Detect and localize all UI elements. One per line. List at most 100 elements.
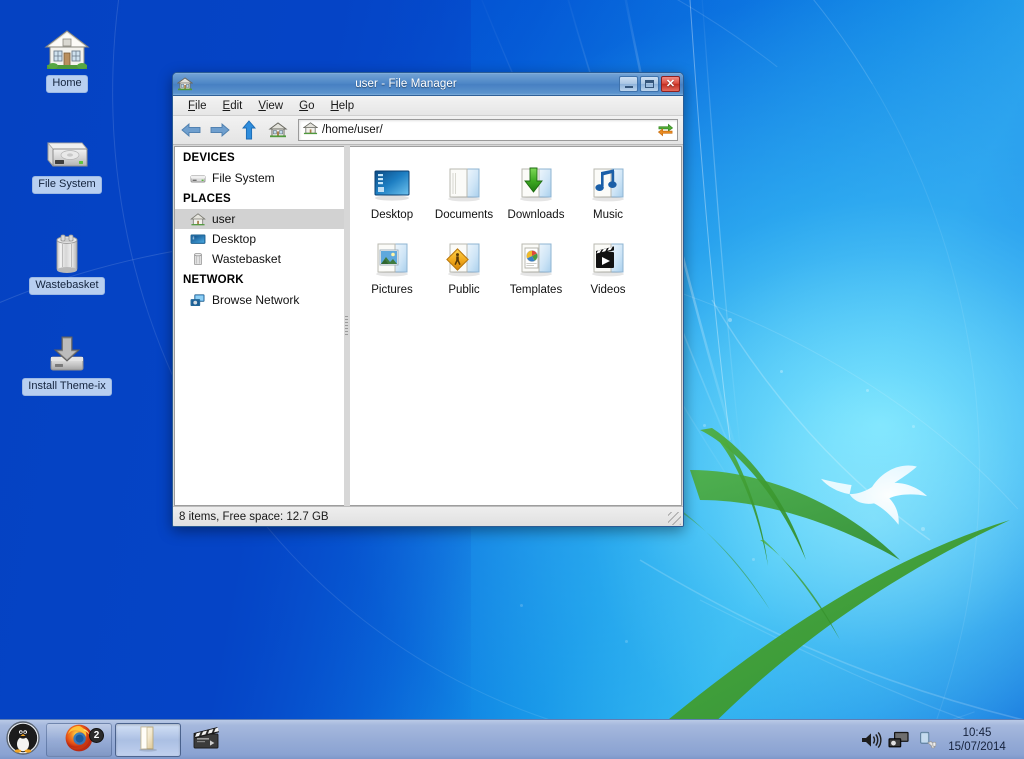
wallpaper-sparkle xyxy=(912,425,915,428)
taskbar-button-firefox[interactable]: 2 xyxy=(46,722,112,757)
pictures-folder-icon xyxy=(356,234,428,282)
wallpaper-sparkle xyxy=(866,389,869,392)
harddisk-icon xyxy=(12,125,122,173)
maximize-button[interactable] xyxy=(640,76,659,92)
taskbar-button-file-manager[interactable] xyxy=(115,722,181,757)
file-item-public[interactable]: Public xyxy=(428,232,500,299)
launcher-media-player[interactable] xyxy=(184,723,228,757)
file-item-label: Pictures xyxy=(371,284,413,296)
file-item-desktop[interactable]: Desktop xyxy=(356,157,428,224)
install-package-icon xyxy=(12,327,122,375)
sidebar-item-desktop[interactable]: Desktop xyxy=(175,229,344,249)
file-item-downloads[interactable]: Downloads xyxy=(500,157,572,224)
desktop-icon-home[interactable]: Home xyxy=(12,24,122,93)
window-titlebar[interactable]: user - File Manager ✕ xyxy=(173,73,683,96)
resize-grip[interactable] xyxy=(668,512,681,525)
file-list-view[interactable]: Desktop Documents Downloads Music Pictur… xyxy=(350,146,682,506)
statusbar-text: 8 items, Free space: 12.7 GB xyxy=(179,510,329,523)
file-item-label: Music xyxy=(592,209,624,221)
file-item-label: Documents xyxy=(434,209,494,221)
public-folder-icon xyxy=(428,234,500,282)
navigation-toolbar: /home/user/ xyxy=(173,116,683,145)
taskbar-left: 2 xyxy=(0,721,228,758)
start-button[interactable] xyxy=(3,721,43,758)
window-title: user - File Manager xyxy=(355,78,457,90)
file-item-templates[interactable]: Templates xyxy=(500,232,572,299)
clock[interactable]: 10:45 15/07/2014 xyxy=(944,726,1016,754)
sidebar-item-label: File System xyxy=(212,171,275,185)
minimize-glyph xyxy=(624,85,633,88)
firefox-window-count-badge: 2 xyxy=(89,727,104,743)
statusbar: 8 items, Free space: 12.7 GB xyxy=(173,506,683,526)
path-entry[interactable]: /home/user/ xyxy=(298,119,678,141)
file-item-music[interactable]: Music xyxy=(572,157,644,224)
menu-help[interactable]: Help xyxy=(323,98,361,114)
wallpaper-sparkle xyxy=(520,604,523,607)
splitter-grip xyxy=(345,315,348,336)
desktop-icon-install-theme[interactable]: Install Theme-ix xyxy=(12,327,122,396)
wallpaper-sparkle xyxy=(752,558,755,561)
file-item-label: Desktop xyxy=(370,209,414,221)
sidebar-item-wastebasket[interactable]: Wastebasket xyxy=(175,249,344,269)
reload-icon[interactable] xyxy=(657,122,674,138)
sidebar-item-file-system[interactable]: File System xyxy=(175,168,344,188)
file-item-label: Public xyxy=(448,284,480,296)
close-button[interactable]: ✕ xyxy=(661,76,680,92)
file-item-documents[interactable]: Documents xyxy=(428,157,500,224)
window-controls: ✕ xyxy=(619,76,680,92)
desktop-icon-wastebasket[interactable]: Wastebasket xyxy=(12,226,122,295)
network-icon xyxy=(190,292,206,308)
sidebar-group-header-network: NETWORK xyxy=(183,274,244,286)
minimize-button[interactable] xyxy=(619,76,638,92)
desktop-folder-icon xyxy=(356,159,428,207)
sidebar-item-label: user xyxy=(212,212,236,226)
sidebar-item-label: Wastebasket xyxy=(212,252,281,266)
desktop-icon-label: File System xyxy=(32,176,102,194)
menu-file[interactable]: File xyxy=(181,98,214,114)
window-body: DEVICES File System PLACES user Desktop … xyxy=(173,145,683,506)
harddisk-icon xyxy=(190,170,206,186)
home-icon[interactable] xyxy=(265,118,291,142)
menu-view[interactable]: View xyxy=(251,98,290,114)
maximize-glyph xyxy=(645,80,654,88)
sidebar-item-user[interactable]: user xyxy=(175,209,344,229)
documents-folder-icon xyxy=(428,159,500,207)
file-item-label: Downloads xyxy=(507,209,565,221)
menu-go[interactable]: Go xyxy=(292,98,321,114)
taskbar: 2 10:45 15/07/2014 xyxy=(0,719,1024,759)
network-manager-icon[interactable] xyxy=(916,729,938,751)
icon-grid: Desktop Documents Downloads Music Pictur… xyxy=(350,155,681,305)
clock-time: 10:45 xyxy=(962,726,992,739)
trashcan-icon xyxy=(190,251,206,267)
home-small-icon xyxy=(302,121,319,139)
file-manager-window[interactable]: user - File Manager ✕ File Edit View Go … xyxy=(172,72,684,527)
desktop-icon-label: Install Theme-ix xyxy=(22,378,112,396)
videos-folder-icon xyxy=(572,234,644,282)
file-manager-folder-icon xyxy=(133,724,163,755)
menubar: File Edit View Go Help xyxy=(173,96,683,116)
desktop-icon-file-system[interactable]: File System xyxy=(12,125,122,194)
desktop-icon-label: Wastebasket xyxy=(29,277,105,295)
file-item-label: Videos xyxy=(590,284,626,296)
sidebar-splitter[interactable] xyxy=(344,145,350,506)
sidebar-group-header-places: PLACES xyxy=(183,193,231,205)
file-item-pictures[interactable]: Pictures xyxy=(356,232,428,299)
downloads-folder-icon xyxy=(500,159,572,207)
forward-arrow-icon[interactable] xyxy=(207,118,233,142)
volume-icon[interactable] xyxy=(860,729,882,751)
up-arrow-icon[interactable] xyxy=(236,118,262,142)
display-icon[interactable] xyxy=(888,729,910,751)
sidebar-item-browse-network[interactable]: Browse Network xyxy=(175,290,344,310)
desktop-icon-label: Home xyxy=(46,75,88,93)
file-item-videos[interactable]: Videos xyxy=(572,232,644,299)
trashcan-icon xyxy=(12,226,122,274)
places-sidebar[interactable]: DEVICES File System PLACES user Desktop … xyxy=(174,146,344,506)
clapperboard-icon xyxy=(190,724,222,755)
menu-edit[interactable]: Edit xyxy=(216,98,250,114)
file-item-label: Templates xyxy=(509,284,563,296)
back-arrow-icon[interactable] xyxy=(178,118,204,142)
sidebar-item-label: Desktop xyxy=(212,232,257,246)
house-icon xyxy=(12,24,122,72)
path-text: /home/user/ xyxy=(322,124,383,136)
close-icon: ✕ xyxy=(665,78,676,90)
